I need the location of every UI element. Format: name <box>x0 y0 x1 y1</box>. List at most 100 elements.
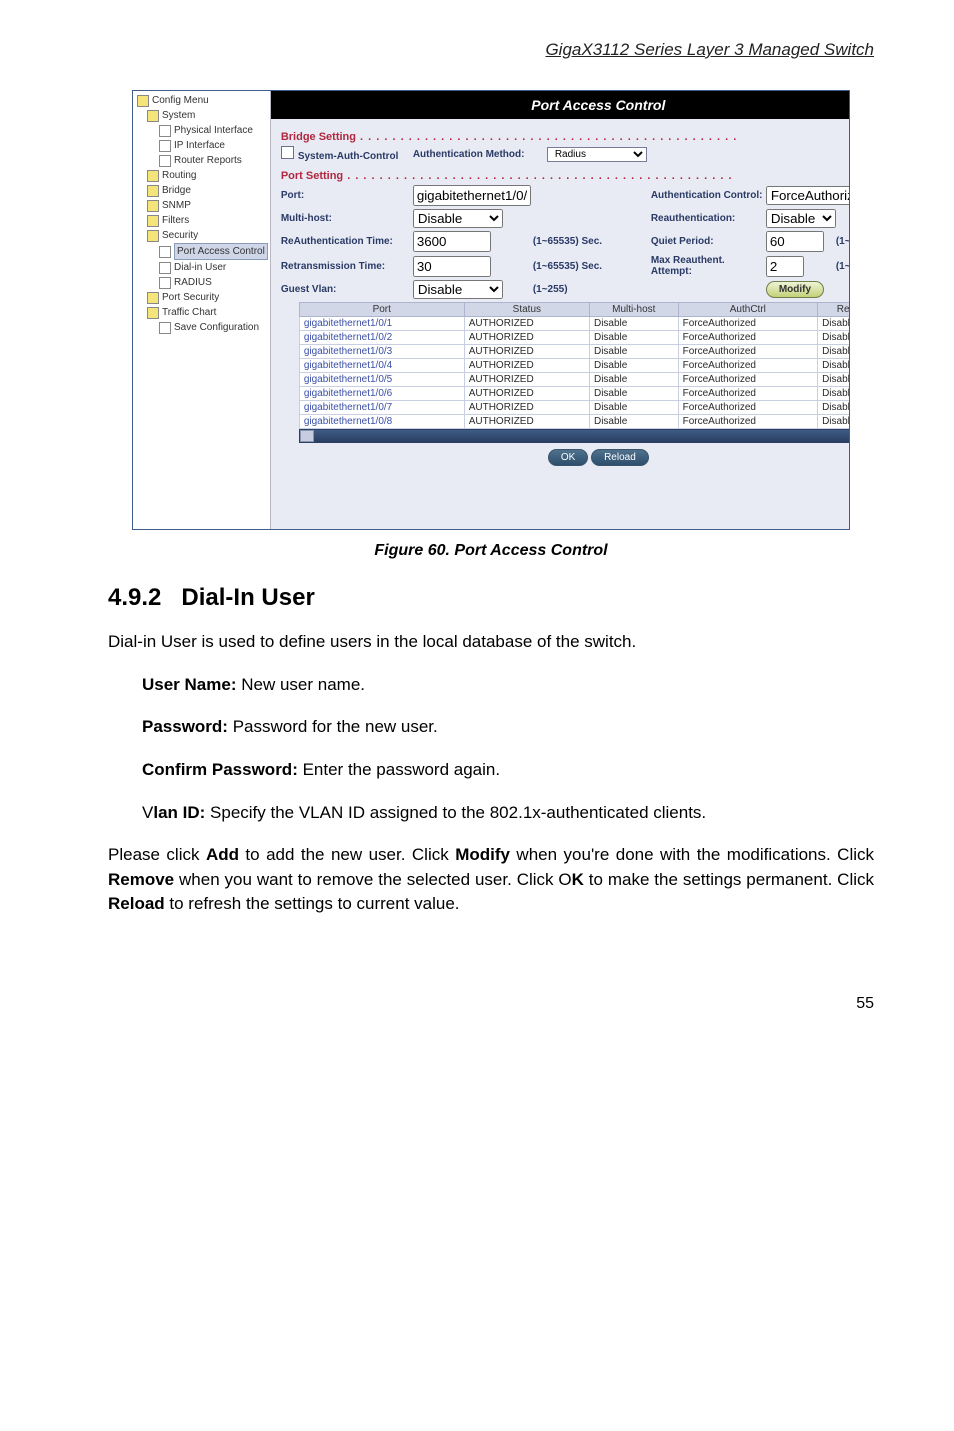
reauth-select[interactable]: Disable <box>766 209 836 228</box>
folder-icon <box>147 307 159 319</box>
field-user-name: User Name: New user name. <box>142 673 874 698</box>
page-icon <box>159 262 171 274</box>
max-attempt-input[interactable] <box>766 256 804 277</box>
table-cell: ForceAuthorized <box>678 373 817 387</box>
th-multihost[interactable]: Multi-host <box>589 303 678 317</box>
port-input[interactable] <box>413 185 531 206</box>
table-row[interactable]: gigabitethernet1/0/1AUTHORIZEDDisableFor… <box>299 317 850 331</box>
table-row[interactable]: gigabitethernet1/0/2AUTHORIZEDDisableFor… <box>299 331 850 345</box>
table-row[interactable]: gigabitethernet1/0/7AUTHORIZEDDisableFor… <box>299 401 850 415</box>
folder-icon <box>147 230 159 242</box>
table-cell: gigabitethernet1/0/8 <box>299 415 464 429</box>
port-section-title: Port Setting . . . . . . . . . . . . . .… <box>281 170 850 182</box>
multihost-label: Multi-host: <box>281 213 413 224</box>
tree-bridge[interactable]: Bridge <box>137 183 268 198</box>
quiet-period-input[interactable] <box>766 231 824 252</box>
table-cell: AUTHORIZED <box>464 317 589 331</box>
auth-control-select[interactable]: ForceAuthorized <box>766 186 850 205</box>
reload-button[interactable]: Reload <box>591 449 649 466</box>
scroll-left-icon[interactable] <box>300 430 314 442</box>
tree-port-security[interactable]: Port Security <box>137 290 268 305</box>
field-vlan-id: Vlan ID: Specify the VLAN ID assigned to… <box>142 801 874 826</box>
tree-ip-interface[interactable]: IP Interface <box>137 138 268 153</box>
th-status[interactable]: Status <box>464 303 589 317</box>
field-confirm-password: Confirm Password: Enter the password aga… <box>142 758 874 783</box>
tree-snmp[interactable]: SNMP <box>137 198 268 213</box>
table-cell: Disable <box>818 415 850 429</box>
table-cell: ForceAuthorized <box>678 345 817 359</box>
table-cell: AUTHORIZED <box>464 359 589 373</box>
table-cell: Disable <box>589 359 678 373</box>
panel-title: Port Access Control <box>271 91 850 119</box>
tree-root[interactable]: Config Menu <box>137 93 268 108</box>
page-number: 55 <box>108 935 874 1013</box>
port-table: Port Status Multi-host AuthCtrl ReAuth g… <box>299 302 850 443</box>
tree-routing[interactable]: Routing <box>137 168 268 183</box>
auth-method-label: Authentication Method: <box>413 149 547 160</box>
th-reauth[interactable]: ReAuth <box>818 303 850 317</box>
table-cell: Disable <box>818 401 850 415</box>
tree-save-configuration[interactable]: Save Configuration <box>137 320 268 335</box>
folder-icon <box>147 185 159 197</box>
table-cell: AUTHORIZED <box>464 345 589 359</box>
quiet-period-label: Quiet Period: <box>651 236 766 247</box>
table-cell: Disable <box>818 387 850 401</box>
table-cell: AUTHORIZED <box>464 373 589 387</box>
tree-port-access-control[interactable]: Port Access Control <box>137 243 268 260</box>
table-row[interactable]: gigabitethernet1/0/3AUTHORIZEDDisableFor… <box>299 345 850 359</box>
table-cell: Disable <box>589 317 678 331</box>
tree-physical-interface[interactable]: Physical Interface <box>137 123 268 138</box>
table-cell: ForceAuthorized <box>678 359 817 373</box>
table-cell: ForceAuthorized <box>678 387 817 401</box>
table-cell: gigabitethernet1/0/1 <box>299 317 464 331</box>
th-port[interactable]: Port <box>299 303 464 317</box>
guest-vlan-select[interactable]: Disable <box>413 280 503 299</box>
tree-system[interactable]: System <box>137 108 268 123</box>
reauth-time-input[interactable] <box>413 231 491 252</box>
table-cell: AUTHORIZED <box>464 415 589 429</box>
system-auth-checkbox[interactable] <box>281 146 294 159</box>
th-authctrl[interactable]: AuthCtrl <box>678 303 817 317</box>
ok-button[interactable]: OK <box>548 449 588 466</box>
table-cell: Disable <box>589 387 678 401</box>
table-cell: gigabitethernet1/0/2 <box>299 331 464 345</box>
reauth-label: Reauthentication: <box>651 213 766 224</box>
retrans-time-label: Retransmission Time: <box>281 261 413 272</box>
table-cell: AUTHORIZED <box>464 387 589 401</box>
table-row[interactable]: gigabitethernet1/0/6AUTHORIZEDDisableFor… <box>299 387 850 401</box>
quiet-period-unit: (1~65535) Sec. <box>836 236 850 247</box>
tree-filters[interactable]: Filters <box>137 213 268 228</box>
system-auth-label: System-Auth-Control <box>298 151 399 162</box>
tree-traffic-chart[interactable]: Traffic Chart <box>137 305 268 320</box>
table-cell: Disable <box>818 317 850 331</box>
horizontal-scrollbar[interactable] <box>299 429 850 443</box>
table-cell: Disable <box>818 359 850 373</box>
tree-security[interactable]: Security <box>137 228 268 243</box>
page-icon <box>159 246 171 258</box>
table-cell: gigabitethernet1/0/3 <box>299 345 464 359</box>
tree-radius[interactable]: RADIUS <box>137 275 268 290</box>
folder-icon <box>147 215 159 227</box>
field-password: Password: Password for the new user. <box>142 715 874 740</box>
section-instructions: Please click Add to add the new user. Cl… <box>108 843 874 917</box>
modify-button[interactable]: Modify <box>766 281 824 298</box>
tree-dial-in-user[interactable]: Dial-in User <box>137 260 268 275</box>
table-row[interactable]: gigabitethernet1/0/5AUTHORIZED DisableFor… <box>299 373 850 387</box>
guest-vlan-label: Guest Vlan: <box>281 284 413 295</box>
config-tree: Config Menu System Physical Interface IP… <box>133 91 271 529</box>
table-row[interactable]: gigabitethernet1/0/8AUTHORIZED DisableFor… <box>299 415 850 429</box>
bridge-section-title: Bridge Setting . . . . . . . . . . . . .… <box>281 131 850 143</box>
tree-router-reports[interactable]: Router Reports <box>137 153 268 168</box>
table-cell: gigabitethernet1/0/6 <box>299 387 464 401</box>
auth-method-select[interactable]: Radius <box>547 147 647 162</box>
table-cell: ForceAuthorized <box>678 415 817 429</box>
multihost-select[interactable]: Disable <box>413 209 503 228</box>
table-cell: gigabitethernet1/0/5 <box>299 373 464 387</box>
reauth-time-unit: (1~65535) Sec. <box>533 236 651 247</box>
table-cell: AUTHORIZED <box>464 331 589 345</box>
table-row[interactable]: gigabitethernet1/0/4AUTHORIZEDDisableFor… <box>299 359 850 373</box>
retrans-time-input[interactable] <box>413 256 491 277</box>
table-cell: Disable <box>818 373 850 387</box>
reauth-time-label: ReAuthentication Time: <box>281 236 413 247</box>
table-cell: ForceAuthorized <box>678 401 817 415</box>
